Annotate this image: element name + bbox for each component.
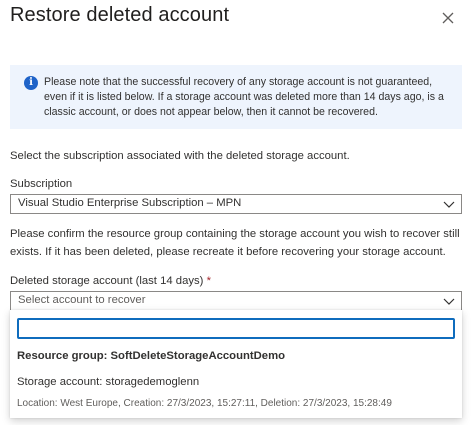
subscription-intro: Select the subscription associated with … [10,150,350,162]
close-button[interactable] [438,8,458,28]
dialog-title: Restore deleted account [10,4,230,26]
subscription-select[interactable]: Visual Studio Enterprise Subscription – … [10,194,462,214]
chevron-down-icon [443,201,455,208]
subscription-label: Subscription [10,178,73,190]
account-option-name: Storage account: storagedemoglenn [17,376,200,388]
deleted-account-label: Deleted storage account (last 14 days) * [10,275,211,287]
info-banner: i Please note that the successful recove… [10,65,462,129]
required-mark: * [206,275,211,287]
close-icon [442,12,454,24]
info-message: Please note that the successful recovery… [44,76,444,118]
dropdown-filter[interactable] [17,318,455,339]
account-option[interactable]: Storage account: storagedemoglenn Locati… [10,372,462,416]
deleted-account-label-text: Deleted storage account (last 14 days) [10,275,204,287]
account-option-details: Location: West Europe, Creation: 27/3/20… [17,398,392,409]
info-icon: i [24,76,38,90]
subscription-value: Visual Studio Enterprise Subscription – … [18,197,242,209]
resource-group-header: Resource group: SoftDeleteStorageAccount… [17,350,286,362]
chevron-down-icon [443,298,455,305]
deleted-account-placeholder: Select account to recover [18,294,146,306]
dropdown-filter-input[interactable] [19,321,453,339]
deleted-account-select[interactable]: Select account to recover [10,291,462,311]
resource-group-intro: Please confirm the resource group contai… [10,228,460,258]
deleted-account-dropdown: Resource group: SoftDeleteStorageAccount… [10,310,462,418]
